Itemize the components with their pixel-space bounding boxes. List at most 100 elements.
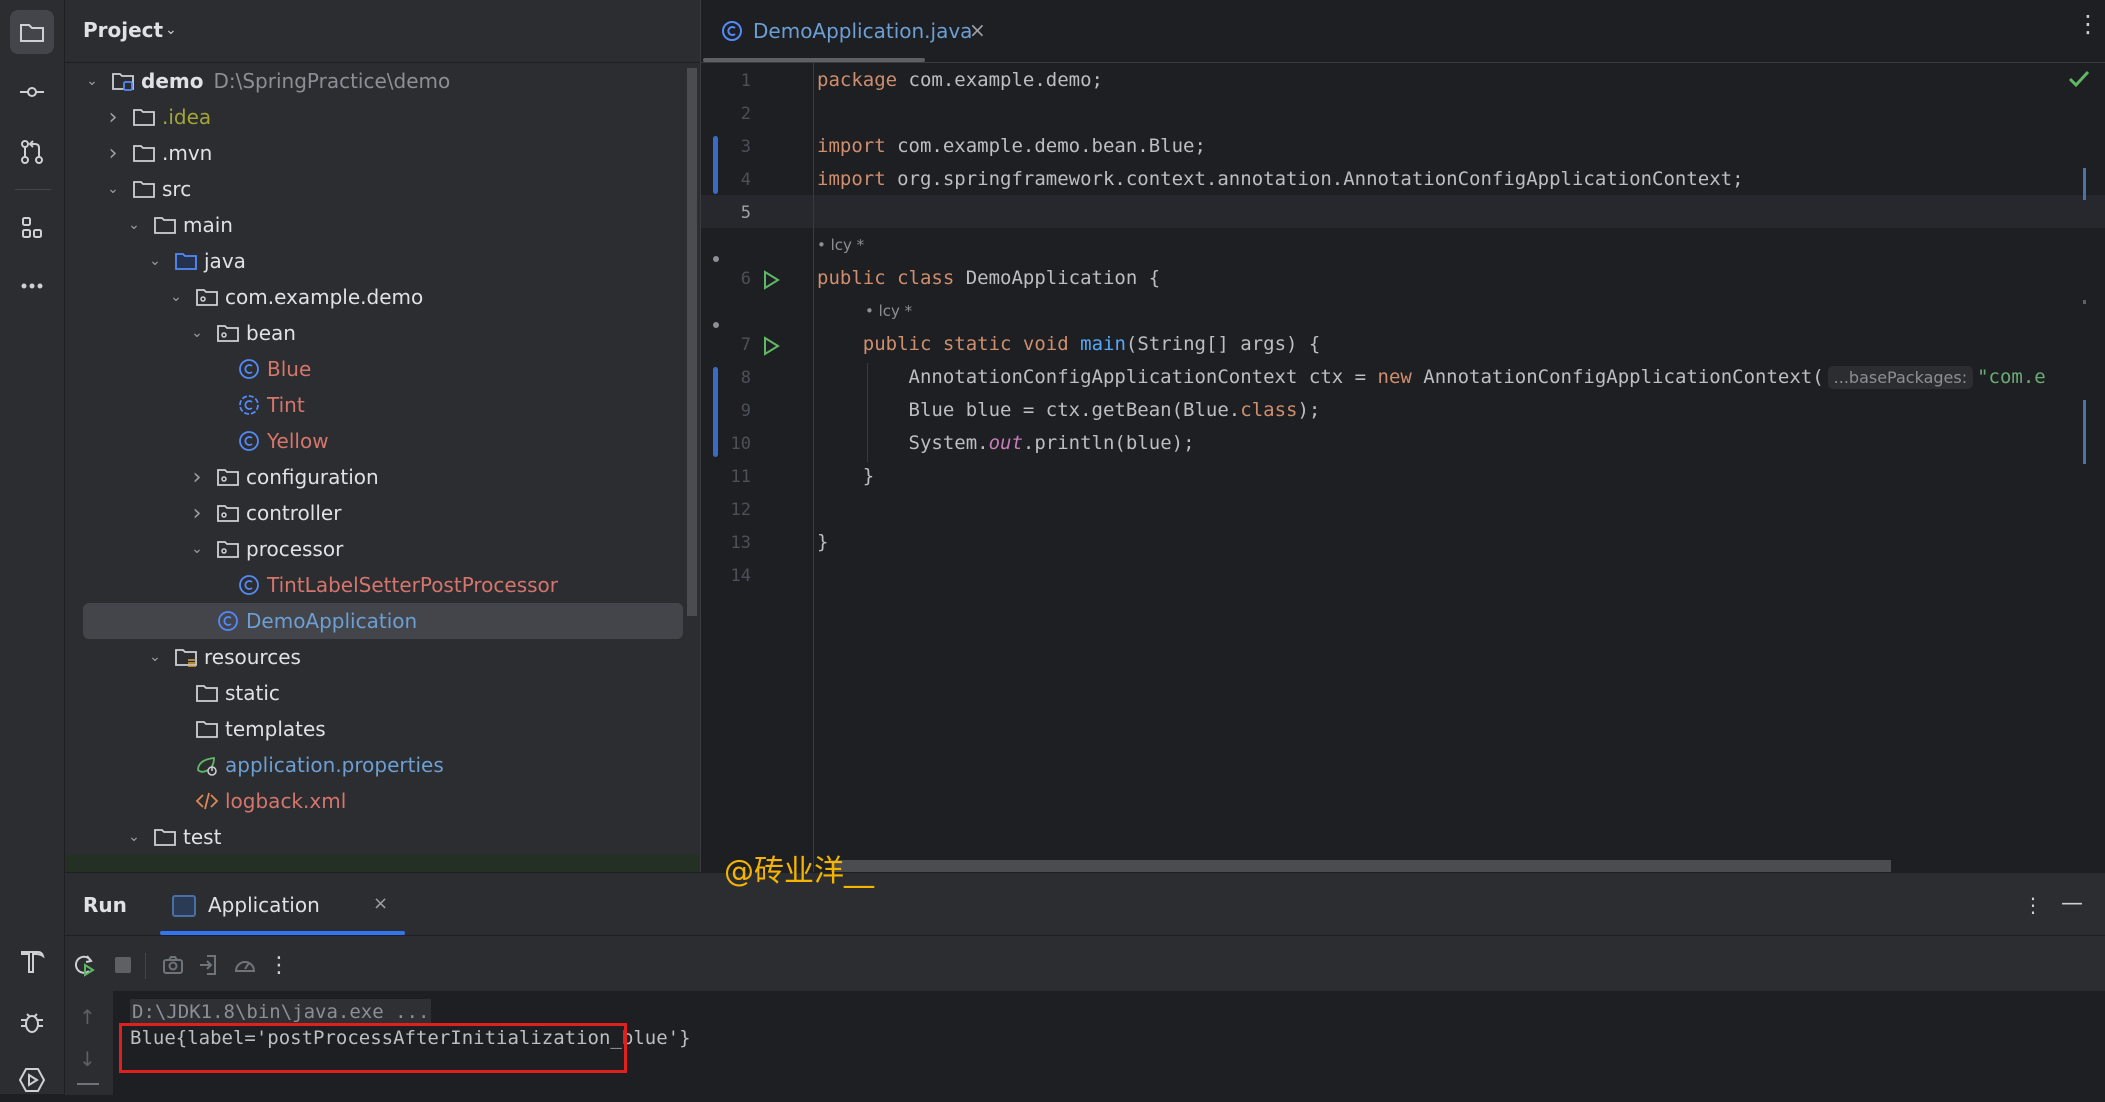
package-icon — [216, 322, 240, 344]
project-panel-header: Project ⌄ — [65, 0, 700, 63]
change-marker[interactable] — [2083, 300, 2086, 304]
tree-item[interactable]: › configuration — [65, 459, 685, 495]
tree-item[interactable]: ⌄ com.example.demo — [65, 279, 685, 315]
chevron-down-icon[interactable]: ⌄ — [146, 253, 164, 269]
rerun-icon — [74, 955, 95, 977]
code-line[interactable]: } — [817, 531, 828, 553]
services-tool-button[interactable] — [10, 1058, 54, 1102]
more-tools-button[interactable] — [10, 264, 54, 308]
code-line[interactable]: AnnotationConfigApplicationContext ctx =… — [817, 366, 2046, 389]
tree-item-label: processor — [246, 537, 344, 561]
chevron-down-icon[interactable]: ⌄ — [83, 73, 101, 89]
tree-item[interactable]: ⌄ bean — [65, 315, 685, 351]
code-author-hint[interactable]: • lcy * — [817, 236, 864, 254]
change-marker[interactable] — [2083, 168, 2086, 200]
chevron-down-icon[interactable]: ⌄ — [165, 22, 177, 38]
console-command-line[interactable]: D:\JDK1.8\bin\java.exe ... — [130, 999, 432, 1025]
chevron-down-icon[interactable]: ⌄ — [146, 649, 164, 665]
stop-button[interactable] — [109, 951, 137, 979]
chevron-down-icon[interactable]: ⌄ — [125, 217, 143, 233]
tab-label: Application — [208, 893, 320, 917]
tree-item[interactable]: logback.xml — [65, 783, 685, 819]
tree-item[interactable]: Yellow — [65, 423, 685, 459]
more-vertical-icon[interactable]: ⋮ — [2023, 893, 2043, 917]
horizontal-scrollbar[interactable] — [831, 860, 1891, 872]
tree-item[interactable]: ⌄ java — [65, 243, 685, 279]
tree-item[interactable]: ⌄ src — [65, 171, 685, 207]
bug-icon — [21, 1013, 43, 1033]
code-line[interactable]: public static void main(String[] args) { — [817, 333, 1321, 355]
code-line[interactable]: import org.springframework.context.annot… — [817, 168, 1744, 190]
code-line[interactable]: } — [817, 465, 874, 487]
project-scrollbar[interactable] — [687, 68, 697, 616]
run-panel-title: Run — [83, 893, 127, 917]
more-vertical-icon[interactable]: ⋮ — [265, 951, 293, 979]
code-line[interactable]: package com.example.demo; — [817, 69, 1103, 91]
editor-tab-bar: DemoApplication.java × ⋮ — [701, 0, 2105, 63]
tree-item[interactable]: Tint — [65, 387, 685, 423]
folder-icon — [132, 142, 156, 164]
code-token: out — [988, 432, 1023, 454]
attach-button[interactable] — [195, 951, 223, 979]
scroll-up-icon[interactable]: ↑ — [79, 1005, 96, 1029]
debug-tool-button[interactable] — [10, 1000, 54, 1044]
tree-item[interactable]: › .mvn — [65, 135, 685, 171]
minimize-icon[interactable]: — — [2061, 891, 2083, 916]
change-marker[interactable] — [2083, 400, 2086, 464]
pull-requests-tool-button[interactable] — [10, 130, 54, 174]
class-icon — [216, 610, 240, 632]
vcs-change-bar[interactable] — [713, 136, 718, 194]
commit-tool-button[interactable] — [10, 70, 54, 114]
chevron-down-icon[interactable]: ⌄ — [167, 289, 185, 305]
chevron-down-icon[interactable]: ⌄ — [188, 541, 206, 557]
code-line[interactable]: import com.example.demo.bean.Blue; — [817, 135, 1206, 157]
tree-item[interactable]: Blue — [65, 351, 685, 387]
no-problems-check-icon[interactable] — [2068, 70, 2090, 92]
tree-item-label: templates — [225, 717, 326, 741]
code-line[interactable]: Blue blue = ctx.getBean(Blue.class); — [817, 399, 1321, 421]
tree-item[interactable]: › .idea — [65, 99, 685, 135]
tree-item[interactable]: ⌄ main — [65, 207, 685, 243]
structure-tool-button[interactable] — [10, 206, 54, 250]
chevron-right-icon[interactable]: › — [188, 501, 206, 526]
build-tool-button[interactable] — [10, 940, 54, 984]
divider — [65, 935, 2105, 936]
tree-item[interactable]: templates — [65, 711, 685, 747]
chevron-down-icon[interactable]: ⌄ — [125, 829, 143, 845]
code-author-hint[interactable]: • lcy * — [865, 302, 912, 320]
profiler-button[interactable] — [231, 951, 259, 979]
tree-item[interactable]: TintLabelSetterPostProcessor — [65, 567, 685, 603]
chevron-right-icon[interactable]: › — [104, 141, 122, 166]
scroll-down-icon[interactable]: ↓ — [79, 1047, 96, 1071]
chevron-right-icon[interactable]: › — [188, 465, 206, 490]
rerun-button[interactable] — [71, 951, 99, 979]
tree-item[interactable]: ⌄ resources — [65, 639, 685, 675]
project-tool-button[interactable] — [10, 10, 54, 54]
tree-item[interactable]: DemoApplication — [83, 603, 683, 639]
vcs-change-bar[interactable] — [713, 367, 718, 457]
tree-item[interactable]: ⌄ demo D:\SpringPractice\demo — [65, 63, 685, 99]
project-view-selector[interactable]: Project — [83, 18, 163, 42]
folder-icon — [153, 826, 177, 848]
code-line[interactable]: System.out.println(blue); — [817, 432, 1195, 454]
tree-item[interactable]: ⌄ processor — [65, 531, 685, 567]
run-gutter-icon[interactable] — [761, 270, 781, 290]
tree-item[interactable]: application.properties — [65, 747, 685, 783]
more-vertical-icon[interactable]: ⋮ — [2076, 12, 2100, 36]
tree-item[interactable]: › controller — [65, 495, 685, 531]
chevron-down-icon[interactable]: ⌄ — [104, 181, 122, 197]
chevron-down-icon[interactable]: ⌄ — [188, 325, 206, 341]
screenshot-button[interactable] — [159, 951, 187, 979]
tree-item[interactable]: ⌄ test — [65, 819, 685, 855]
close-icon[interactable]: × — [373, 893, 388, 914]
code-line[interactable]: public class DemoApplication { — [817, 267, 1160, 289]
tab-application[interactable]: Application × — [160, 873, 405, 935]
chevron-right-icon[interactable]: › — [104, 105, 122, 130]
run-gutter-icon[interactable] — [761, 336, 781, 356]
close-icon[interactable]: × — [969, 18, 986, 42]
tree-item-label: main — [183, 213, 233, 237]
tree-item[interactable]: static — [65, 675, 685, 711]
soft-wrap-icon[interactable] — [77, 1083, 99, 1085]
tab-demoapplication[interactable]: DemoApplication.java × — [701, 0, 1001, 62]
